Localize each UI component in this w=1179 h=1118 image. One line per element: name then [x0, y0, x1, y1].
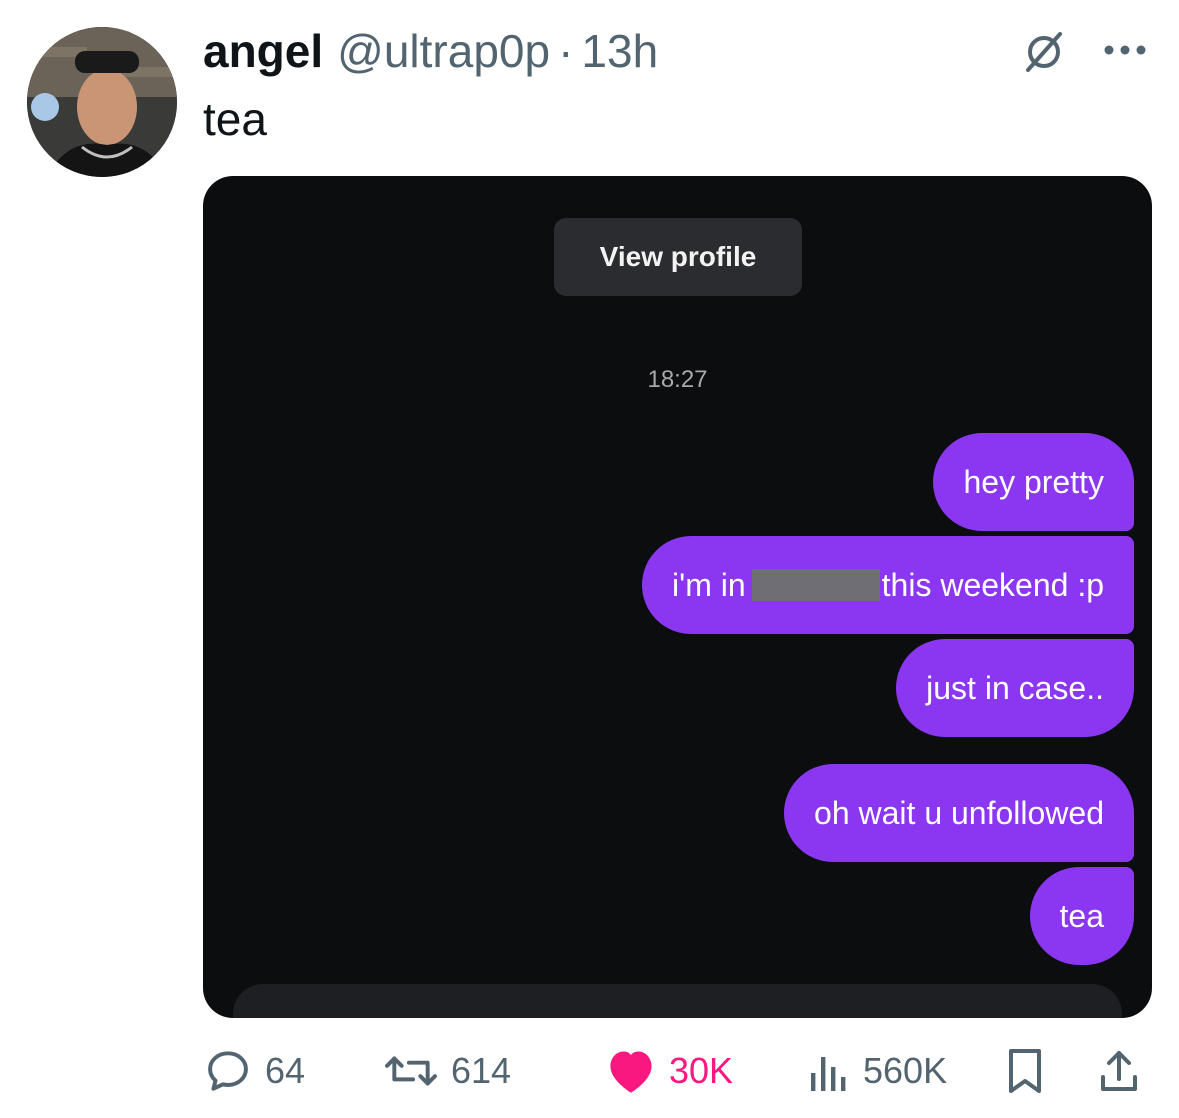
message-bubble: just in case..	[896, 639, 1134, 737]
grok-icon[interactable]	[1022, 30, 1066, 74]
message-bubble: hey pretty	[933, 433, 1134, 531]
message-timestamp: 18:27	[647, 366, 708, 393]
bookmark-button[interactable]	[1003, 1040, 1047, 1102]
tweet-media[interactable]: View profile 18:27 hey pretty i'm in thi…	[203, 176, 1152, 1018]
message-text: oh wait u unfollowed	[814, 794, 1104, 831]
tweet-time[interactable]: 13h	[581, 24, 658, 78]
retweet-icon	[385, 1056, 437, 1086]
retweet-count: 614	[451, 1050, 512, 1091]
separator-dot: ·	[558, 25, 574, 77]
message-text: tea	[1059, 897, 1104, 934]
views-button[interactable]: 560K	[807, 1040, 947, 1102]
avatar[interactable]	[27, 27, 177, 177]
message-bubble: oh wait u unfollowed	[784, 764, 1134, 862]
message-bubble: i'm in this weekend :p	[641, 536, 1134, 634]
message-text: i'm in	[671, 566, 746, 603]
bookmark-icon	[1009, 1049, 1041, 1093]
action-bar: 64 614 30K 560K	[203, 1040, 1152, 1102]
view-profile-button[interactable]: View profile	[554, 218, 802, 296]
views-icon	[811, 1057, 846, 1091]
message-input-bar	[233, 984, 1122, 1018]
author-line: angel @ultrap0p · 13h	[203, 24, 658, 80]
message-text: hey pretty	[963, 463, 1104, 500]
reply-icon	[208, 1051, 248, 1091]
message-text: this weekend :p	[881, 566, 1104, 603]
message-text: just in case..	[926, 669, 1104, 706]
like-button[interactable]: 30K	[605, 1040, 733, 1102]
more-icon[interactable]	[1100, 30, 1150, 70]
retweet-button[interactable]: 614	[383, 1040, 511, 1102]
share-icon	[1101, 1051, 1137, 1091]
tweet-text: tea	[203, 93, 267, 145]
reply-count: 64	[265, 1050, 306, 1091]
author-handle[interactable]: @ultrap0p	[337, 24, 550, 78]
share-button[interactable]	[1097, 1040, 1141, 1102]
reply-button[interactable]: 64	[203, 1040, 305, 1102]
author-name[interactable]: angel	[203, 24, 323, 78]
views-count: 560K	[863, 1050, 948, 1091]
like-count: 30K	[669, 1050, 734, 1091]
heart-icon	[610, 1051, 652, 1093]
message-bubble: tea	[1029, 867, 1134, 965]
redaction-block	[751, 569, 880, 601]
profile-photo	[27, 27, 177, 177]
